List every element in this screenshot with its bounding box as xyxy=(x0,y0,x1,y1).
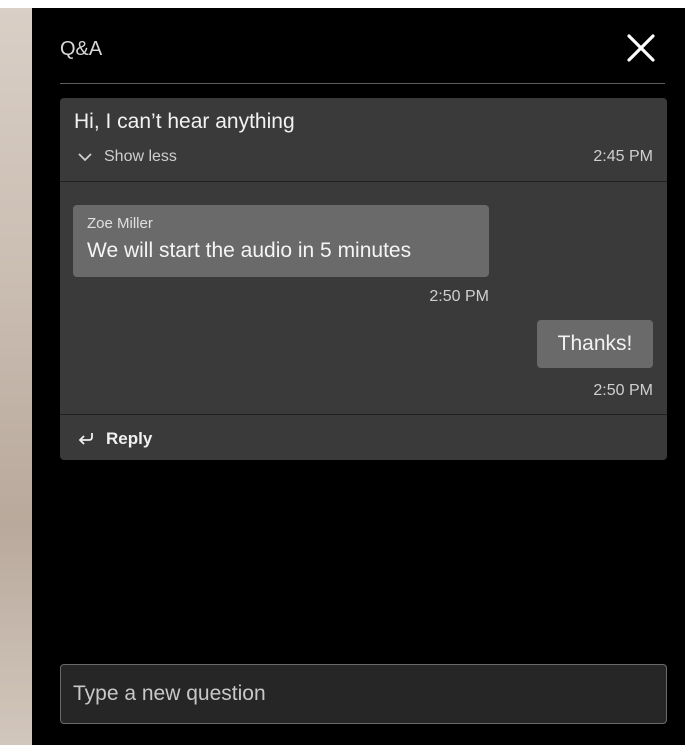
qa-header: Q&A xyxy=(60,30,665,84)
chevron-down-icon xyxy=(78,153,92,162)
reply-arrow-icon xyxy=(78,433,93,445)
question-row: Hi, I can’t hear anything Show less 2:45… xyxy=(60,98,667,182)
own-reply-bubble: Thanks! xyxy=(537,320,653,368)
reply-label: Reply xyxy=(106,429,153,448)
show-less-label: Show less xyxy=(104,148,177,165)
answer-sender: Zoe Miller xyxy=(87,215,153,232)
close-icon xyxy=(627,34,655,62)
answer-timestamp: 2:50 PM xyxy=(429,288,489,305)
question-text: Hi, I can’t hear anything xyxy=(74,110,295,133)
own-reply-timestamp: 2:50 PM xyxy=(593,382,653,399)
new-question-input[interactable] xyxy=(60,664,667,724)
question-timestamp: 2:45 PM xyxy=(593,148,653,165)
answer-bubble: Zoe Miller We will start the audio in 5 … xyxy=(73,205,489,277)
reply-button[interactable]: Reply xyxy=(60,414,667,460)
panel-title: Q&A xyxy=(60,38,103,60)
question-thread: Hi, I can’t hear anything Show less 2:45… xyxy=(60,98,667,460)
close-button[interactable] xyxy=(625,32,657,64)
qa-panel: Q&A Hi, I can’t hear anything Show less … xyxy=(32,8,685,745)
answer-text: We will start the audio in 5 minutes xyxy=(87,239,412,262)
show-less-toggle[interactable]: Show less xyxy=(78,146,177,168)
